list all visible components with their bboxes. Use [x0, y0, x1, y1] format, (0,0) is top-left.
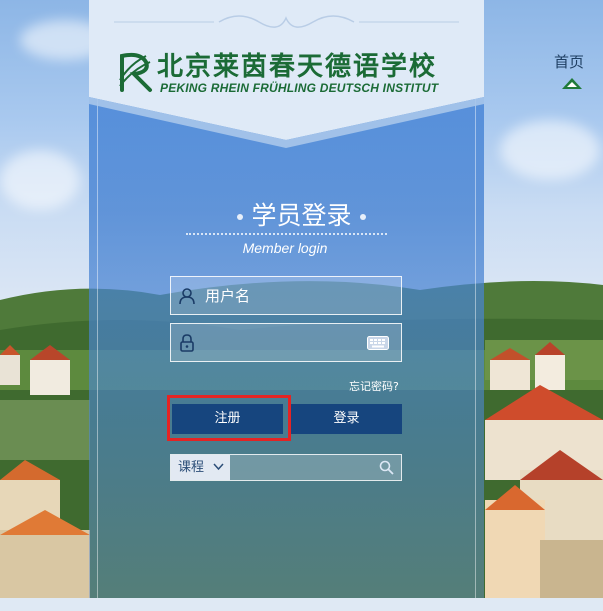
keyboard-icon[interactable] [367, 336, 389, 350]
school-logo-icon [119, 52, 152, 92]
course-search-bar: 课程 [170, 454, 402, 481]
home-link[interactable]: 首页 [554, 51, 584, 72]
title-dot-right [359, 214, 366, 220]
course-select[interactable]: 课程 [171, 455, 230, 480]
password-field[interactable] [170, 323, 402, 362]
search-input[interactable] [235, 455, 375, 480]
login-title: 学员登录 [0, 196, 603, 232]
login-subtitle: Member login [242, 240, 328, 256]
footer-strip [0, 598, 603, 611]
school-name-en: PEKING RHEIN FRÜHLING DEUTSCH INSTITUT [160, 81, 439, 95]
login-button[interactable]: 登录 [291, 404, 402, 434]
username-field[interactable] [170, 276, 402, 315]
lock-icon [180, 334, 194, 352]
course-select-value: 课程 [178, 460, 205, 475]
cloud [500, 120, 600, 180]
chevron-down-icon [213, 463, 224, 471]
user-icon [179, 288, 195, 305]
school-name-cn: 北京莱茵春天德语学校 [157, 52, 438, 82]
home-up-arrow-icon[interactable] [561, 77, 583, 93]
password-input[interactable] [205, 324, 375, 361]
login-title-text: 学员登录 [251, 201, 352, 230]
register-button[interactable]: 注册 [172, 404, 283, 434]
forgot-password-link[interactable]: 忘记密码? [349, 378, 399, 394]
search-icon[interactable] [379, 460, 394, 475]
username-input[interactable] [205, 277, 375, 314]
title-divider [186, 233, 387, 235]
title-dot-left [237, 214, 244, 220]
